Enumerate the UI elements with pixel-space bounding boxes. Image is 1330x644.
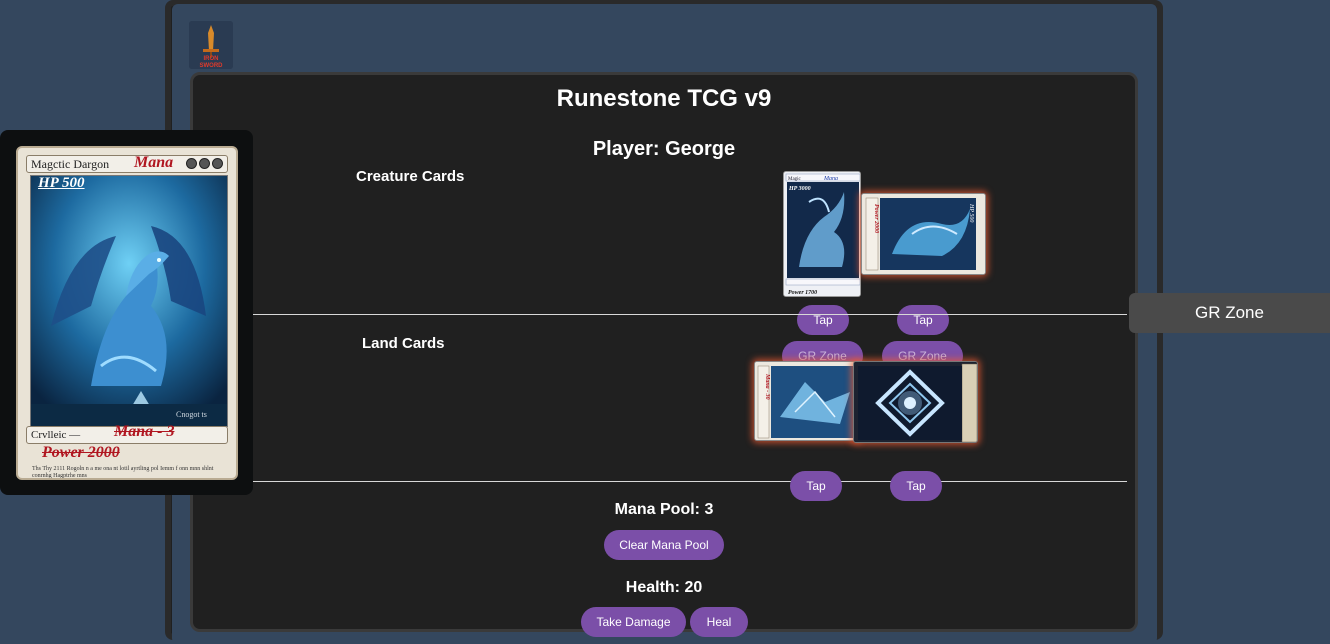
svg-text:SWORD: SWORD	[200, 63, 224, 69]
mana-orbs-icon	[186, 158, 223, 169]
rune-card-art-icon	[854, 362, 977, 442]
clear-mana-pool-button[interactable]: Clear Mana Pool	[604, 530, 724, 560]
svg-text:HP 500: HP 500	[968, 203, 974, 222]
page-title: Runestone TCG v9	[556, 85, 772, 112]
tap-land-2-button[interactable]: Tap	[890, 471, 942, 501]
land-cards-heading: Land Cards	[362, 335, 445, 352]
zone-divider	[253, 481, 1127, 482]
iron-sword-logo[interactable]: IRON SWORD	[189, 21, 233, 69]
land-card[interactable]: Mana - 30	[754, 361, 860, 441]
land-card[interactable]	[853, 361, 978, 443]
dragon-card-art-icon: Power 2000 HP 500	[862, 194, 985, 274]
card-preview: Magctic Dargon Mana HP 500 Cnogot ts Crv…	[16, 146, 238, 480]
tap-creature-1-button[interactable]: Tap	[797, 305, 849, 335]
player-name: Player: George	[592, 138, 736, 160]
svg-text:Mana - 30: Mana - 30	[764, 373, 770, 400]
svg-text:Mana: Mana	[823, 176, 838, 182]
gr-zone-panel-toggle[interactable]: GR Zone	[1129, 293, 1330, 333]
preview-hp: HP 500	[38, 175, 85, 191]
mana-pool-display: Mana Pool: 3	[614, 501, 714, 518]
take-damage-button[interactable]: Take Damage	[581, 607, 686, 637]
sword-icon: IRON SWORD	[189, 21, 233, 69]
zone-divider	[253, 314, 1127, 315]
svg-text:HP 3000: HP 3000	[788, 186, 811, 192]
preview-mana-cost: Mana - 3	[114, 423, 175, 440]
dragon-card-art-icon: Magic Mana HP 3000 Power 1700	[784, 172, 860, 296]
creature-card[interactable]: Magic Mana HP 3000 Power 1700	[783, 171, 861, 297]
creature-card[interactable]: Power 2000 HP 500	[861, 193, 986, 275]
svg-text:IRON: IRON	[204, 56, 219, 62]
preview-power: Power 2000	[42, 444, 120, 461]
preview-mana-tag: Mana	[134, 154, 174, 171]
tap-creature-2-button[interactable]: Tap	[897, 305, 949, 335]
crystal-card-art-icon: Mana - 30	[755, 362, 859, 440]
dragon-art-icon	[30, 175, 228, 427]
preview-flavor-text: Ths Thy 2111 Rogoln n a me ona nt lotil …	[32, 466, 214, 479]
svg-text:Power 1700: Power 1700	[788, 290, 817, 296]
preview-artist-signature: Cnogot ts	[176, 410, 207, 419]
creature-cards-heading: Creature Cards	[356, 168, 465, 185]
heal-button[interactable]: Heal	[690, 607, 748, 637]
health-display: Health: 20	[625, 579, 703, 596]
svg-text:Power 2000: Power 2000	[873, 204, 879, 233]
svg-text:Magic: Magic	[788, 177, 802, 182]
tap-land-1-button[interactable]: Tap	[790, 471, 842, 501]
